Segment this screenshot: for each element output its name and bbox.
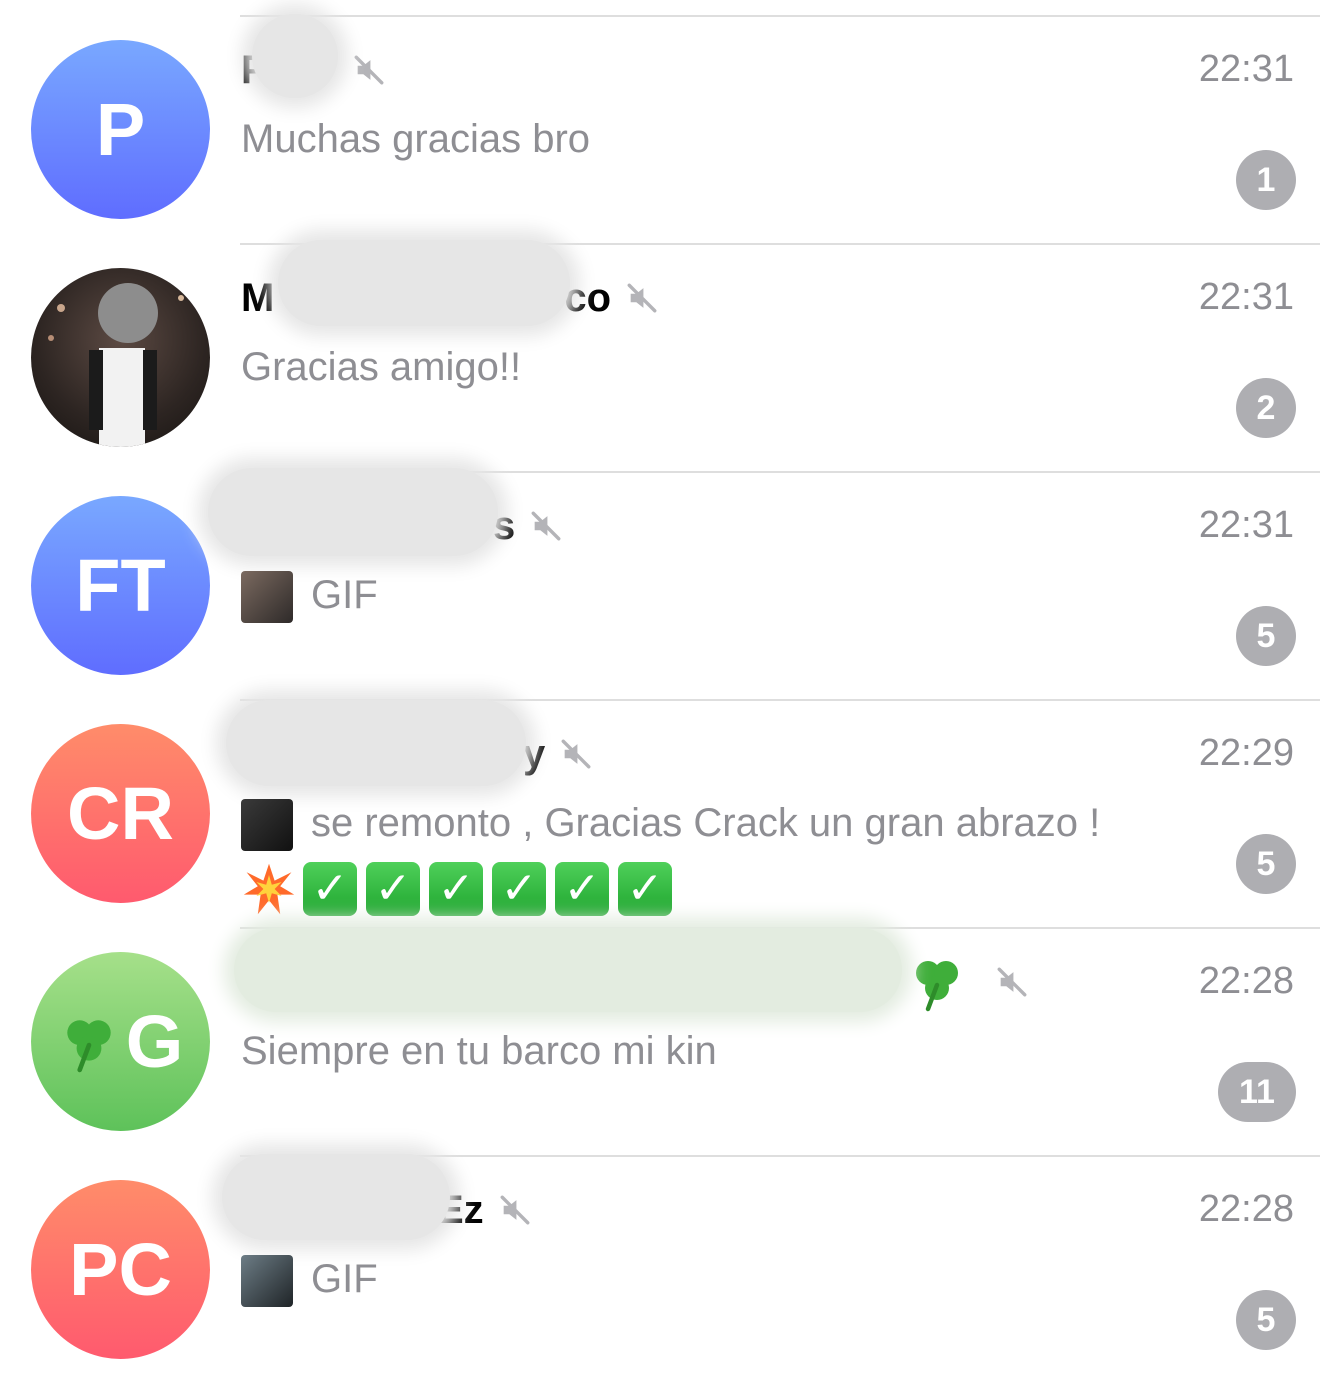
avatar[interactable]: P	[31, 40, 210, 219]
speaker-muted-icon	[531, 511, 561, 541]
check-mark-icon: ✓	[429, 862, 483, 917]
chat-row[interactable]: P P 22:31 Muchas gracias bro 1	[0, 0, 1320, 228]
redaction-blur	[252, 14, 338, 98]
emoji-line: ✓ ✓ ✓ ✓ ✓ ✓	[241, 856, 1210, 918]
speaker-muted-icon	[627, 283, 657, 313]
unread-badge: 11	[1218, 1062, 1296, 1122]
last-message: GIF	[241, 564, 1210, 626]
chat-row[interactable]: PC Ez 22:28 GIF 5	[0, 1140, 1320, 1368]
avatar[interactable]: CR	[31, 724, 210, 903]
avatar[interactable]: FT	[31, 496, 210, 675]
unread-badge: 5	[1236, 834, 1296, 894]
unread-badge: 5	[1236, 1290, 1296, 1350]
redaction-blur	[278, 240, 570, 326]
last-message-text: GIF	[311, 573, 378, 617]
shamrock-icon	[916, 961, 958, 1012]
shamrock-icon	[67, 1019, 111, 1072]
gif-thumbnail	[241, 571, 293, 624]
last-message-text: se remonto , Gracias Crack un gran abraz…	[311, 801, 1101, 845]
last-message: Siempre en tu barco mi kin	[241, 1029, 717, 1073]
gif-thumbnail	[241, 1255, 293, 1308]
chat-row[interactable]: CR y 22:29 se remonto , Gracias Crack un…	[0, 684, 1320, 917]
unread-badge: 1	[1236, 150, 1296, 210]
speaker-muted-icon	[997, 967, 1027, 997]
chat-name-suffix: co	[564, 275, 612, 320]
chat-time: 22:31	[1198, 504, 1294, 546]
chat-time: 22:28	[1198, 1188, 1294, 1230]
unread-badge: 2	[1236, 378, 1296, 438]
chat-time: 22:28	[1198, 960, 1294, 1002]
redaction-blur	[234, 928, 902, 1012]
avatar-initials: PC	[69, 1228, 172, 1311]
last-message: Muchas gracias bro	[241, 117, 591, 161]
check-mark-icon: ✓	[366, 862, 420, 917]
avatar-initials: G	[125, 1000, 184, 1083]
redaction-blur	[222, 1154, 450, 1240]
chat-list: P P 22:31 Muchas gracias bro 1	[0, 0, 1320, 1382]
chat-time: 22:29	[1198, 732, 1294, 774]
avatar-initials: FT	[75, 544, 166, 627]
chat-row[interactable]: G 22:28 Siempre en tu barco mi kin 11	[0, 912, 1320, 1140]
speaker-muted-icon	[500, 1195, 530, 1225]
chat-time: 22:31	[1198, 276, 1294, 318]
check-mark-icon: ✓	[492, 862, 546, 917]
chat-time: 22:31	[1198, 48, 1294, 90]
avatar-initials: P	[95, 88, 146, 171]
collision-icon	[243, 864, 295, 915]
avatar[interactable]: PC	[31, 1180, 210, 1359]
check-mark-icon: ✓	[303, 862, 357, 917]
chat-name-suffix: y	[523, 731, 546, 776]
last-message: GIF	[241, 1248, 1210, 1310]
chat-name-prefix: M	[241, 275, 275, 320]
last-message: se remonto , Gracias Crack un gran abraz…	[241, 792, 1210, 918]
image-thumbnail	[241, 799, 293, 852]
speaker-muted-icon	[354, 55, 384, 85]
redaction-blur	[208, 468, 498, 556]
redaction-blur	[226, 700, 526, 786]
avatar-initials: CR	[67, 772, 174, 855]
avatar[interactable]	[31, 268, 210, 447]
row-divider	[240, 15, 1320, 17]
last-message-text: GIF	[311, 1257, 378, 1301]
avatar[interactable]: G	[31, 952, 210, 1131]
unread-badge: 5	[1236, 606, 1296, 666]
speaker-muted-icon	[561, 739, 591, 769]
check-mark-icon: ✓	[555, 862, 609, 917]
chat-row[interactable]: M co 22:31 Gracias amigo!! 2	[0, 228, 1320, 456]
chat-row[interactable]: FT s 22:31 GIF 5	[0, 456, 1320, 684]
profile-photo-icon	[48, 283, 184, 447]
check-mark-icon: ✓	[618, 862, 672, 917]
last-message: Gracias amigo!!	[241, 345, 522, 389]
